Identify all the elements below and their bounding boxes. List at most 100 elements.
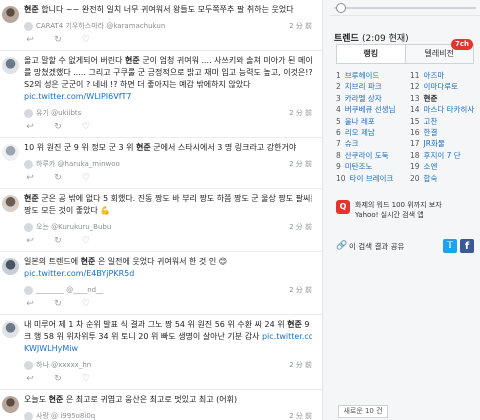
avatar[interactable]	[2, 195, 19, 212]
user-avatar-icon	[24, 108, 33, 118]
trend-item[interactable]: 8 산쿠라이 도둑	[336, 150, 402, 161]
like-icon[interactable]: ♡	[80, 35, 92, 46]
tweet-user[interactable]: 사랑 @ i995o8i0q	[24, 411, 95, 420]
reply-icon[interactable]: ↩	[24, 236, 36, 247]
retweet-icon[interactable]: ↻	[52, 35, 64, 46]
like-icon[interactable]: ♡	[80, 122, 92, 133]
time-slider[interactable]	[330, 0, 480, 16]
trend-word[interactable]: 카라멜 상자	[345, 94, 382, 103]
like-icon[interactable]: ♡	[80, 374, 92, 385]
tweet-meta: 유기 @ukiibts 2 分 前	[24, 107, 312, 119]
trend-item[interactable]: 18 후지이 7 단	[410, 150, 476, 161]
trend-word[interactable]: 후지이 7 단	[424, 151, 461, 160]
tweet-user[interactable]: 오는 @Kurukuru_Bubu	[24, 222, 111, 232]
tweet-user[interactable]: ________ @____nd__	[24, 285, 103, 295]
like-icon[interactable]: ♡	[80, 236, 92, 247]
trend-word[interactable]: 지브리 파크	[345, 82, 382, 91]
trend-item[interactable]: 19 소엔	[410, 161, 476, 172]
trend-item[interactable]: 6 리오 제남	[336, 127, 402, 138]
tweet-user[interactable]: 하루카 @haruka_minwoo	[24, 159, 120, 169]
trend-item[interactable]: 17 JR화물	[410, 138, 476, 149]
trend-item[interactable]: 12 이마다루토	[410, 81, 476, 92]
facebook-share-icon[interactable]: f	[460, 239, 474, 253]
retweet-icon[interactable]: ↻	[52, 173, 64, 184]
reply-icon[interactable]: ↩	[24, 35, 36, 46]
trend-word[interactable]: 브루헤이드	[345, 71, 380, 80]
yahoo-app-promo[interactable]: Q 화제의 워드 100 위까지 보자 Yahoo! 실시간 검색 앱	[336, 200, 474, 222]
trend-word[interactable]: 이마다루토	[424, 82, 459, 91]
like-icon[interactable]: ♡	[80, 173, 92, 184]
tab-ranking[interactable]: 랭킹	[337, 45, 406, 63]
trend-rank-number: 11	[410, 71, 420, 80]
retweet-icon[interactable]: ↻	[52, 236, 64, 247]
trend-item[interactable]: 10 타이 브레이크	[336, 173, 402, 184]
avatar[interactable]	[2, 6, 19, 23]
tweet-item: 현준 합니다 ~~ 완전히 일치 너무 귀여워서 왕들도 모두쪽쭈추 팔 취하는…	[0, 0, 322, 51]
user-avatar-icon	[24, 360, 33, 370]
avatar[interactable]	[2, 57, 19, 74]
trend-word[interactable]: 한결	[424, 128, 438, 137]
trend-word[interactable]: 버쿠베큐 선생님	[345, 105, 396, 114]
twitter-share-icon[interactable]: 𝕋	[443, 239, 457, 253]
tweet-user[interactable]: 하나 @xxxxx_hn	[24, 360, 91, 370]
retweet-icon[interactable]: ↻	[52, 374, 64, 385]
trend-word[interactable]: 소엔	[424, 162, 438, 171]
trend-item[interactable]: 5 울나 레포	[336, 116, 402, 127]
trend-word[interactable]: 타이 브레이크	[350, 174, 394, 183]
avatar[interactable]	[2, 396, 19, 413]
trend-item[interactable]: 16 한결	[410, 127, 476, 138]
tweet-text-line: 일본의 트렌드에 현준 은 일전에 웃었다 귀여워서 한 것 인 😊	[24, 256, 312, 268]
reply-icon[interactable]: ↩	[24, 374, 36, 385]
reply-icon[interactable]: ↩	[24, 173, 36, 184]
trend-rank-number: 9	[336, 162, 341, 172]
load-more-button[interactable]: 새로운 10 건	[338, 405, 388, 418]
trend-item[interactable]: 13 현준	[410, 93, 476, 104]
reply-icon[interactable]: ↩	[24, 299, 36, 310]
trend-word[interactable]: 산쿠라이 도둑	[345, 151, 389, 160]
like-icon[interactable]: ♡	[80, 299, 92, 310]
trend-word[interactable]: 아즈마	[424, 71, 445, 80]
trend-item[interactable]: 2 지브리 파크	[336, 81, 402, 92]
trend-word[interactable]: 마스다 타카히사	[424, 105, 475, 114]
tweet-meta: CARAT4 기우하스마라 @karamachukun 2 分 前	[24, 20, 312, 32]
trend-ranking: 1 브루헤이드 2 지브리 파크 3 카라멜 상자 4 버쿠베큐 선생님 5 울나 레포 6 리오 제…	[336, 70, 476, 195]
user-handle: 하나 @xxxxx_hn	[36, 361, 92, 369]
trend-rank-number: 10	[336, 173, 346, 183]
trend-item[interactable]: 1 브루헤이드	[336, 70, 402, 81]
trend-item[interactable]: 3 카라멜 상자	[336, 93, 402, 104]
retweet-icon[interactable]: ↻	[52, 122, 64, 133]
tweet-text-line: 짱도 모든 것이 좋았다 💪	[24, 205, 312, 217]
trend-word[interactable]: 합숙	[424, 174, 438, 183]
tweet-link[interactable]: KWJWLHyMiw	[24, 344, 78, 353]
trend-word[interactable]: 슈크	[345, 139, 359, 148]
keyword-highlight: 현준	[136, 143, 151, 152]
avatar[interactable]	[2, 321, 19, 338]
trend-item[interactable]: 15 고찬	[410, 116, 476, 127]
trend-item[interactable]: 20 합숙	[410, 173, 476, 184]
trend-rank-number: 5	[336, 116, 341, 126]
trend-word[interactable]: 미탄조노	[345, 162, 373, 171]
tweet-link[interactable]: pic.twitter.com/E4BYjPKR5d	[24, 269, 134, 278]
trend-word[interactable]: 울나 레포	[345, 117, 375, 126]
trend-word[interactable]: 리오 제남	[345, 128, 375, 137]
trend-word[interactable]: JR화물	[424, 139, 445, 148]
tweet-link[interactable]: pic.twitter.com/WLIPI6VfT7	[24, 92, 131, 101]
tweet-user[interactable]: 유기 @ukiibts	[24, 108, 81, 118]
trend-item[interactable]: 4 버쿠베큐 선생님	[336, 104, 402, 115]
avatar[interactable]	[2, 258, 19, 275]
slider-thumb[interactable]	[336, 3, 346, 13]
trend-rank-number: 19	[410, 162, 420, 172]
trend-item[interactable]: 7 슈크	[336, 138, 402, 149]
trend-item[interactable]: 14 마스다 타카히사	[410, 104, 476, 115]
avatar[interactable]	[2, 144, 19, 161]
trend-item[interactable]: 9 미탄조노	[336, 161, 402, 172]
tweet-text-line: S2의 성은 군군이 ? 네네 !? 하면 더 좋아지는 예감 밖에하지 않았다	[24, 79, 312, 91]
trend-word[interactable]: 고찬	[424, 117, 438, 126]
tweet-link[interactable]: pic.twitter.com/	[262, 332, 312, 341]
trend-word[interactable]: 현준	[424, 94, 438, 103]
trend-rank-number: 15	[410, 116, 420, 126]
trend-item[interactable]: 11 아즈마	[410, 70, 476, 81]
retweet-icon[interactable]: ↻	[52, 299, 64, 310]
reply-icon[interactable]: ↩	[24, 122, 36, 133]
tweet-user[interactable]: CARAT4 기우하스마라 @karamachukun	[24, 21, 165, 31]
